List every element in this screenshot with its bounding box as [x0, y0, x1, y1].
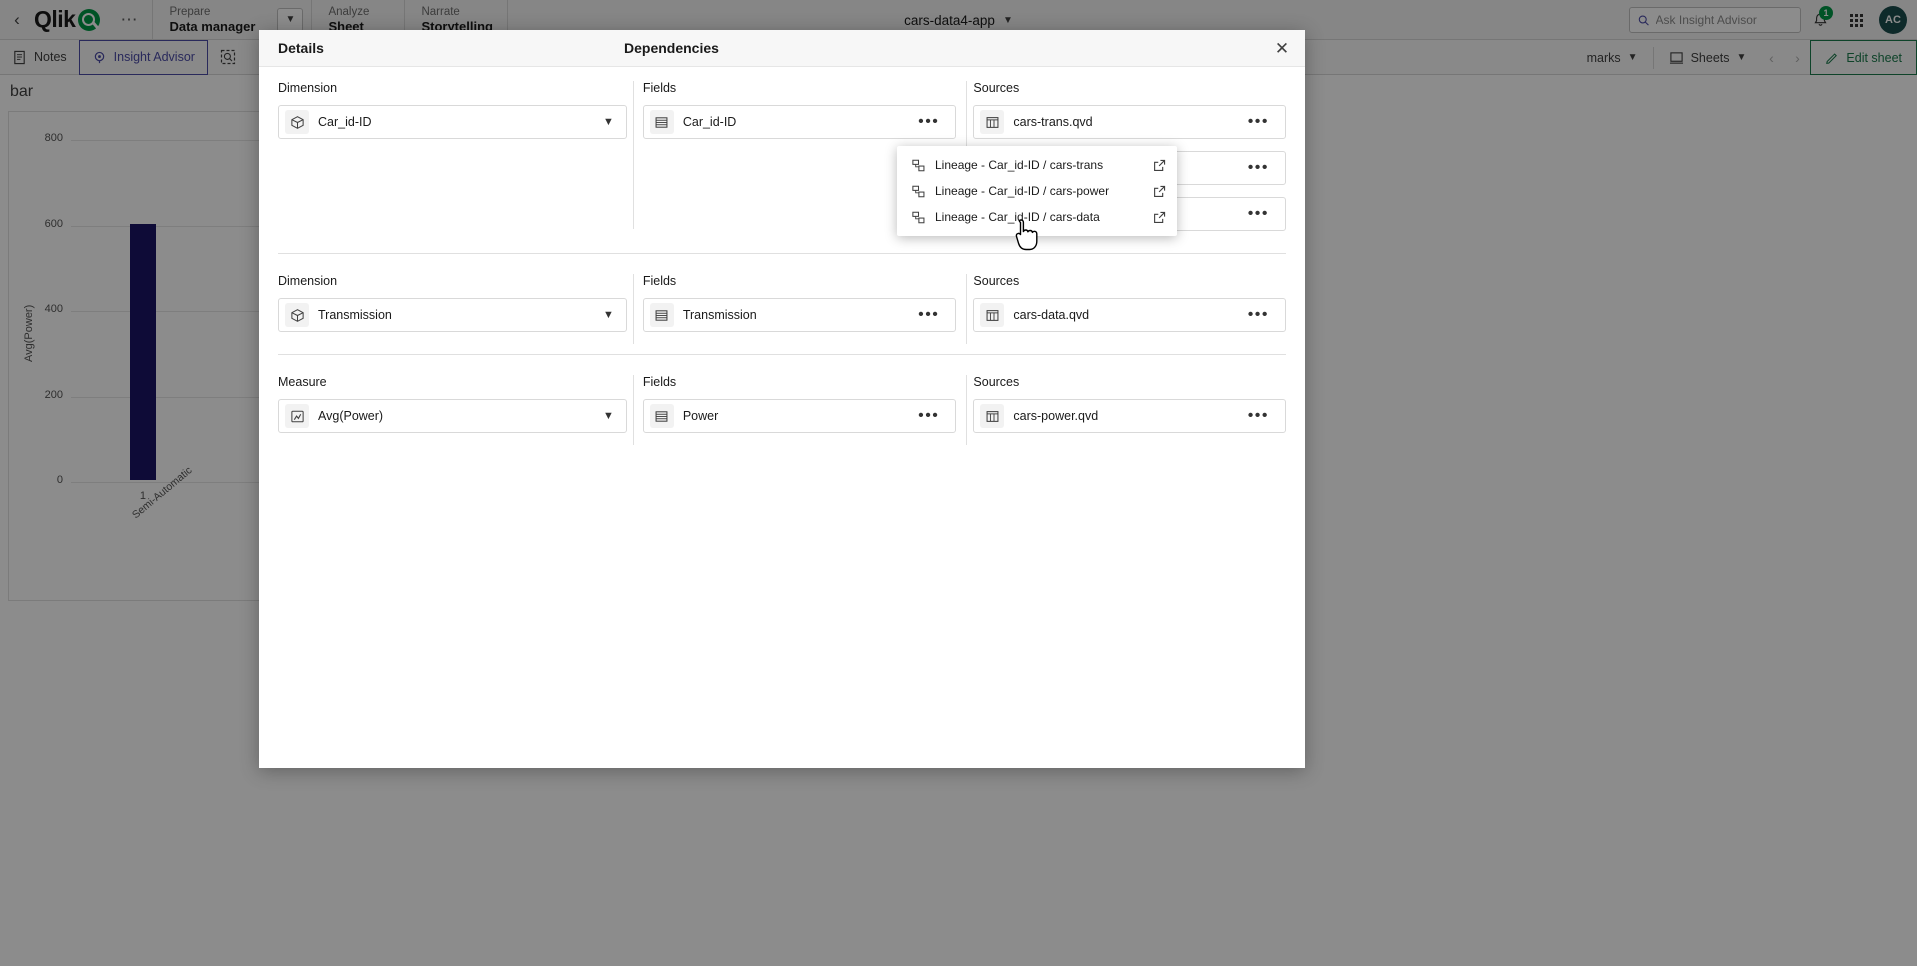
source-item[interactable]: cars-power.qvd •••	[973, 399, 1286, 433]
chevron-down-icon[interactable]: ▼	[603, 410, 620, 422]
source-item[interactable]: cars-trans.qvd •••	[973, 105, 1286, 139]
column-divider	[633, 375, 634, 445]
details-heading: Details	[278, 40, 324, 56]
lineage-icon	[912, 185, 925, 197]
source-value: cars-data.qvd	[1013, 308, 1090, 322]
kind-icon-wrap	[285, 303, 309, 327]
row-kind-column: Dimension Car_id-ID ▼	[278, 81, 627, 231]
row-kind-column: Dimension Transmission ▼	[278, 274, 627, 332]
kind-value: Avg(Power)	[318, 409, 384, 423]
field-item[interactable]: Car_id-ID •••	[642, 105, 957, 139]
sources-column: Sources cars-power.qvd •••	[956, 375, 1286, 433]
kind-select[interactable]: Car_id-ID ▼	[278, 105, 627, 139]
dependency-row: Dimension Transmission ▼ Fields Transmission…	[259, 254, 1305, 344]
kind-value: Car_id-ID	[318, 115, 372, 129]
field-table-icon	[655, 309, 668, 321]
lineage-menu-item[interactable]: Lineage - Car_id-ID / cars-data	[897, 204, 1177, 230]
field-value: Power	[682, 409, 719, 423]
fields-label: Fields	[642, 274, 677, 288]
fields-label: Fields	[642, 81, 677, 95]
row-kind-column: Measure Avg(Power) ▼	[278, 375, 627, 433]
source-menu-button[interactable]: •••	[1248, 407, 1279, 425]
source-menu-button[interactable]: •••	[1248, 159, 1279, 177]
fields-column: Fields Transmission •••	[627, 274, 957, 332]
close-icon[interactable]: ✕	[1271, 38, 1293, 60]
lineage-icon	[912, 211, 925, 223]
field-table-icon	[655, 410, 668, 422]
external-link-icon[interactable]	[1152, 210, 1167, 225]
source-item[interactable]: cars-data.qvd •••	[973, 298, 1286, 332]
kind-label: Dimension	[278, 274, 338, 288]
source-value: cars-trans.qvd	[1013, 115, 1093, 129]
chevron-down-icon[interactable]: ▼	[603, 116, 620, 128]
details-dependencies-dialog: Details Dependencies ✕ Dimension Car_id-I…	[259, 30, 1305, 768]
source-menu-button[interactable]: •••	[1248, 306, 1279, 324]
sources-label: Sources	[973, 274, 1020, 288]
source-menu-button[interactable]: •••	[1248, 113, 1279, 131]
field-table-icon	[655, 116, 668, 128]
lineage-menu-item-label: Lineage - Car_id-ID / cars-data	[935, 210, 1100, 224]
kind-label: Dimension	[278, 81, 338, 95]
field-value: Transmission	[682, 308, 757, 322]
kind-icon-wrap	[285, 404, 309, 428]
datafile-icon	[986, 116, 999, 128]
field-menu-button[interactable]: •••	[918, 113, 949, 131]
datafile-icon	[986, 410, 999, 422]
column-divider	[966, 375, 967, 445]
cube-icon	[290, 308, 304, 322]
external-link-icon[interactable]	[1152, 158, 1167, 173]
source-icon-wrap	[980, 303, 1005, 327]
qlik-sense-app: ‹ Qlik ⋯ Prepare Data manager ▼ Analyze …	[0, 0, 1917, 966]
field-menu-button[interactable]: •••	[918, 407, 949, 425]
fields-column: Fields Power •••	[627, 375, 957, 433]
dependencies-heading: Dependencies	[624, 40, 719, 56]
dependency-row: Measure Avg(Power) ▼ Fields Power ••• Sources c…	[259, 355, 1305, 445]
field-value: Car_id-ID	[682, 115, 737, 129]
source-icon-wrap	[980, 110, 1005, 134]
sources-column: Sources cars-data.qvd •••	[956, 274, 1286, 332]
kind-icon-wrap	[285, 110, 309, 134]
sources-label: Sources	[973, 375, 1020, 389]
column-divider	[633, 274, 634, 344]
chevron-down-icon[interactable]: ▼	[603, 309, 620, 321]
kind-label: Measure	[278, 375, 327, 389]
field-icon-wrap	[649, 404, 674, 428]
field-menu-button[interactable]: •••	[918, 306, 949, 324]
lineage-icon	[912, 159, 925, 171]
lineage-menu-item[interactable]: Lineage - Car_id-ID / cars-power	[897, 178, 1177, 204]
source-icon-wrap	[980, 404, 1005, 428]
column-divider	[633, 81, 634, 229]
field-icon-wrap	[649, 110, 674, 134]
field-item[interactable]: Power •••	[642, 399, 957, 433]
field-icon-wrap	[649, 303, 674, 327]
source-value: cars-power.qvd	[1013, 409, 1099, 423]
column-divider	[966, 274, 967, 344]
kind-select[interactable]: Avg(Power) ▼	[278, 399, 627, 433]
kind-value: Transmission	[318, 308, 392, 322]
dialog-header: Details Dependencies ✕	[259, 30, 1305, 67]
field-item[interactable]: Transmission •••	[642, 298, 957, 332]
fields-label: Fields	[642, 375, 677, 389]
sources-label: Sources	[973, 81, 1020, 95]
kind-select[interactable]: Transmission ▼	[278, 298, 627, 332]
external-link-icon[interactable]	[1152, 184, 1167, 199]
cube-icon	[290, 115, 304, 129]
lineage-menu-item-label: Lineage - Car_id-ID / cars-trans	[935, 158, 1104, 172]
measure-icon	[290, 410, 304, 422]
lineage-menu-item[interactable]: Lineage - Car_id-ID / cars-trans	[897, 152, 1177, 178]
source-menu-button[interactable]: •••	[1248, 205, 1279, 223]
lineage-menu-item-label: Lineage - Car_id-ID / cars-power	[935, 184, 1110, 198]
datafile-icon	[986, 309, 999, 321]
lineage-context-menu: Lineage - Car_id-ID / cars-trans Lineage …	[897, 146, 1177, 236]
